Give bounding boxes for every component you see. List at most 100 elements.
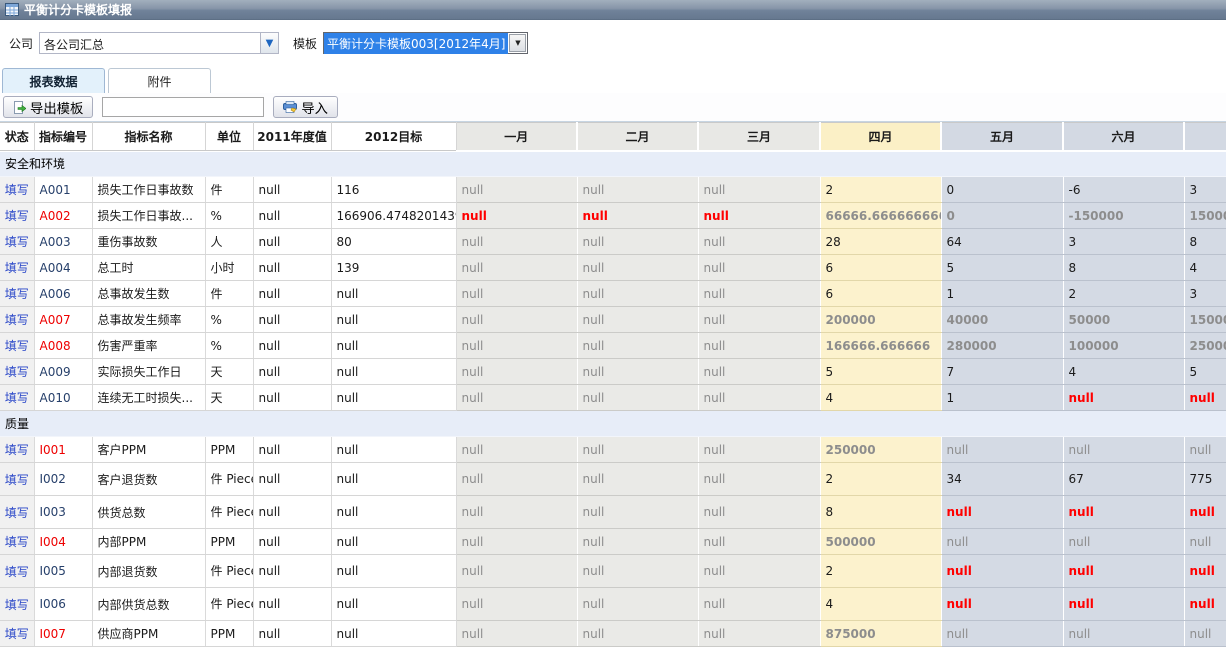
- month-value-cell[interactable]: null: [1063, 555, 1184, 588]
- month-value-cell[interactable]: null: [456, 385, 577, 411]
- month-value-cell[interactable]: 250000: [820, 437, 941, 463]
- month-value-cell[interactable]: null: [941, 588, 1063, 621]
- month-value-cell[interactable]: null: [941, 529, 1063, 555]
- column-header-三月[interactable]: 三月: [698, 123, 820, 151]
- company-select[interactable]: 各公司汇总 ▼: [39, 32, 279, 54]
- fill-link[interactable]: 填写: [5, 339, 29, 353]
- month-value-cell[interactable]: null: [577, 255, 698, 281]
- month-value-cell[interactable]: null: [577, 529, 698, 555]
- month-value-cell[interactable]: null: [941, 555, 1063, 588]
- month-value-cell[interactable]: null: [698, 177, 820, 203]
- month-value-cell[interactable]: 6: [820, 255, 941, 281]
- month-value-cell[interactable]: 2: [820, 463, 941, 496]
- column-header-一月[interactable]: 一月: [456, 123, 577, 151]
- month-value-cell[interactable]: 3: [1184, 177, 1226, 203]
- month-value-cell[interactable]: null: [577, 359, 698, 385]
- month-value-cell[interactable]: 66666.6666666666: [820, 203, 941, 229]
- month-value-cell[interactable]: null: [456, 281, 577, 307]
- fill-link[interactable]: 填写: [5, 365, 29, 379]
- column-header-2012目标[interactable]: 2012目标: [331, 123, 456, 151]
- month-value-cell[interactable]: null: [1184, 555, 1226, 588]
- month-value-cell[interactable]: 5: [820, 359, 941, 385]
- fill-link[interactable]: 填写: [5, 209, 29, 223]
- month-value-cell[interactable]: 7: [941, 359, 1063, 385]
- month-value-cell[interactable]: 8: [1063, 255, 1184, 281]
- month-value-cell[interactable]: 8: [1184, 229, 1226, 255]
- month-value-cell[interactable]: null: [577, 621, 698, 647]
- month-value-cell[interactable]: null: [698, 333, 820, 359]
- month-value-cell[interactable]: null: [1184, 621, 1226, 647]
- month-value-cell[interactable]: null: [698, 588, 820, 621]
- month-value-cell[interactable]: null: [577, 463, 698, 496]
- month-value-cell[interactable]: null: [1184, 385, 1226, 411]
- month-value-cell[interactable]: 5: [1184, 359, 1226, 385]
- month-value-cell[interactable]: null: [1063, 496, 1184, 529]
- fill-link[interactable]: 填写: [5, 473, 29, 487]
- month-value-cell[interactable]: 15000: [1184, 203, 1226, 229]
- chevron-down-icon[interactable]: ▼: [260, 33, 278, 53]
- month-value-cell[interactable]: null: [698, 621, 820, 647]
- fill-link[interactable]: 填写: [5, 443, 29, 457]
- month-value-cell[interactable]: null: [1063, 437, 1184, 463]
- month-value-cell[interactable]: 34: [941, 463, 1063, 496]
- month-value-cell[interactable]: null: [456, 588, 577, 621]
- month-value-cell[interactable]: 2: [1063, 281, 1184, 307]
- template-select[interactable]: 平衡计分卡模板003[2012年4月] ▼: [323, 32, 528, 54]
- month-value-cell[interactable]: 2: [820, 177, 941, 203]
- month-value-cell[interactable]: null: [698, 385, 820, 411]
- month-value-cell[interactable]: null: [698, 255, 820, 281]
- fill-link[interactable]: 填写: [5, 287, 29, 301]
- month-value-cell[interactable]: 40000: [941, 307, 1063, 333]
- fill-link[interactable]: 填写: [5, 627, 29, 641]
- month-value-cell[interactable]: null: [456, 621, 577, 647]
- month-value-cell[interactable]: 4: [1063, 359, 1184, 385]
- month-value-cell[interactable]: null: [1184, 496, 1226, 529]
- month-value-cell[interactable]: 775: [1184, 463, 1226, 496]
- month-value-cell[interactable]: null: [1063, 621, 1184, 647]
- month-value-cell[interactable]: null: [577, 177, 698, 203]
- month-value-cell[interactable]: 6: [820, 281, 941, 307]
- month-value-cell[interactable]: null: [456, 255, 577, 281]
- column-header-四月[interactable]: 四月: [820, 123, 941, 151]
- month-value-cell[interactable]: null: [456, 496, 577, 529]
- month-value-cell[interactable]: null: [577, 496, 698, 529]
- month-value-cell[interactable]: 50000: [1063, 307, 1184, 333]
- tab-attachments[interactable]: 附件: [108, 68, 211, 93]
- month-value-cell[interactable]: null: [698, 555, 820, 588]
- month-value-cell[interactable]: 4: [820, 588, 941, 621]
- fill-link[interactable]: 填写: [5, 183, 29, 197]
- month-value-cell[interactable]: 8: [820, 496, 941, 529]
- month-value-cell[interactable]: null: [577, 385, 698, 411]
- month-value-cell[interactable]: null: [456, 463, 577, 496]
- month-value-cell[interactable]: null: [698, 437, 820, 463]
- month-value-cell[interactable]: null: [698, 203, 820, 229]
- month-value-cell[interactable]: null: [1063, 385, 1184, 411]
- column-header-2011年度值[interactable]: 2011年度值: [253, 123, 331, 151]
- month-value-cell[interactable]: 2: [820, 555, 941, 588]
- month-value-cell[interactable]: 4: [820, 385, 941, 411]
- month-value-cell[interactable]: null: [456, 307, 577, 333]
- fill-link[interactable]: 填写: [5, 565, 29, 579]
- month-value-cell[interactable]: 280000: [941, 333, 1063, 359]
- month-value-cell[interactable]: null: [577, 203, 698, 229]
- month-value-cell[interactable]: null: [577, 229, 698, 255]
- fill-link[interactable]: 填写: [5, 261, 29, 275]
- month-value-cell[interactable]: null: [698, 359, 820, 385]
- import-button[interactable]: 导入: [273, 96, 338, 118]
- fill-link[interactable]: 填写: [5, 598, 29, 612]
- fill-link[interactable]: 填写: [5, 235, 29, 249]
- month-value-cell[interactable]: 100000: [1063, 333, 1184, 359]
- column-header-指标名称[interactable]: 指标名称: [92, 123, 205, 151]
- month-value-cell[interactable]: 28: [820, 229, 941, 255]
- month-value-cell[interactable]: null: [1063, 588, 1184, 621]
- month-value-cell[interactable]: null: [456, 333, 577, 359]
- month-value-cell[interactable]: null: [1184, 437, 1226, 463]
- import-file-input[interactable]: [102, 97, 264, 117]
- export-template-button[interactable]: 导出模板: [3, 96, 93, 118]
- tab-report-data[interactable]: 报表数据: [2, 68, 105, 93]
- month-value-cell[interactable]: 64: [941, 229, 1063, 255]
- month-value-cell[interactable]: null: [941, 496, 1063, 529]
- month-value-cell[interactable]: null: [577, 588, 698, 621]
- month-value-cell[interactable]: null: [941, 437, 1063, 463]
- fill-link[interactable]: 填写: [5, 391, 29, 405]
